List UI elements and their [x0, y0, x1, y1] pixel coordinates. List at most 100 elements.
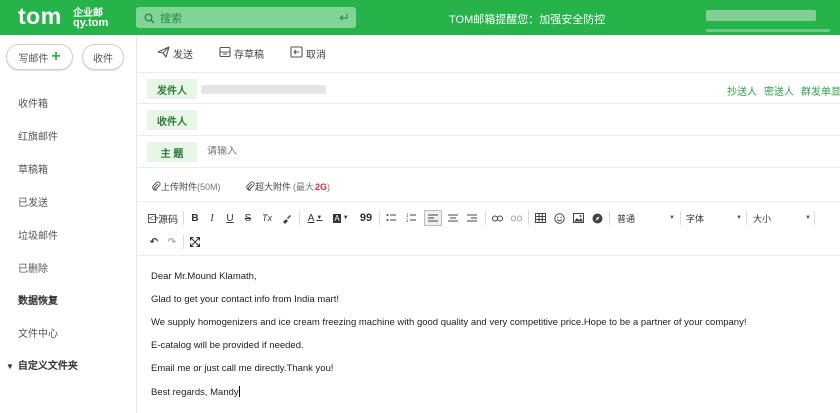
save-draft-label: 存草稿 — [234, 50, 264, 61]
background-color-button[interactable]: A ▼ — [330, 210, 352, 226]
subject-label: 主 题 — [147, 142, 197, 162]
from-address-redacted[interactable] — [201, 85, 326, 94]
body-line: E-catalog will be provided if needed. — [151, 340, 304, 351]
align-left-icon[interactable] — [424, 210, 442, 226]
compass-icon[interactable] — [589, 210, 605, 226]
bcc-link[interactable]: 密送人 — [764, 87, 794, 98]
sidebar: 写邮件 + 收件 收件箱 红旗邮件 草稿箱 已发送 垃圾邮件 已删除 数据恢复 … — [0, 35, 136, 413]
cc-link[interactable]: 抄送人 — [727, 87, 757, 98]
sidebar-item-deleted[interactable]: 已删除 — [18, 260, 48, 275]
cancel-button[interactable]: 取消 — [290, 46, 326, 61]
sidebar-item-inbox[interactable]: 收件箱 — [18, 95, 48, 110]
align-right-icon[interactable] — [464, 210, 480, 226]
bold-button[interactable]: B — [188, 210, 202, 226]
toolbar-separator — [299, 211, 300, 225]
image-icon[interactable] — [570, 210, 586, 226]
redo-icon[interactable]: ↷ — [165, 234, 179, 250]
table-icon[interactable] — [532, 210, 548, 226]
large-limit-prefix: (最大 — [293, 182, 315, 192]
bullet-list-icon[interactable] — [383, 210, 399, 226]
large-limit-suffix: ) — [327, 181, 331, 192]
sidebar-item-spam[interactable]: 垃圾邮件 — [18, 227, 58, 242]
font-color-caret-icon: ▼ — [316, 215, 323, 221]
sidebar-item-file-center[interactable]: 文件中心 — [18, 325, 58, 340]
body-line-last: Best regards, Mandy — [151, 386, 240, 398]
undo-icon[interactable]: ↶ — [147, 234, 161, 250]
underline-button[interactable]: U — [223, 210, 237, 226]
attachment-row: 上传附件 (50M) 超大附件 (最大 2G ) — [137, 168, 840, 202]
receive-button[interactable]: 收件 — [82, 44, 124, 70]
paragraph-format-value: 普通 — [617, 214, 636, 224]
font-color-button[interactable]: A ▼ — [304, 210, 326, 226]
unlink-icon[interactable] — [508, 210, 524, 226]
paragraph-format-select[interactable]: 普通 ▼ — [617, 212, 677, 225]
sidebar-item-flagged[interactable]: 红旗邮件 — [18, 128, 58, 143]
security-notice[interactable]: TOM邮箱提醒您：加强安全防控 — [449, 11, 605, 27]
link-icon[interactable] — [489, 210, 505, 226]
align-center-icon[interactable] — [445, 210, 461, 226]
clear-format-button[interactable]: Tx — [259, 210, 275, 226]
toolbar-separator — [485, 211, 486, 225]
svg-text:2: 2 — [406, 218, 409, 223]
text-cursor — [238, 386, 240, 397]
paperclip-icon — [151, 181, 161, 193]
custom-folders-label: 自定义文件夹 — [17, 361, 78, 372]
logo-domain-text: qy.tom — [73, 17, 109, 29]
toolbar-separator — [680, 211, 681, 225]
sidebar-item-drafts[interactable]: 草稿箱 — [18, 161, 48, 176]
large-attachment-button[interactable]: 超大附件 (最大 2G ) — [245, 180, 330, 193]
body-line: Email me or just call me directly.Thank … — [151, 363, 334, 374]
enter-icon[interactable]: ↵ — [339, 10, 350, 26]
body-line: Best regards, Mandy — [151, 387, 239, 398]
tom-logo[interactable]: tom 企业邮 qy.tom — [18, 3, 118, 33]
toolbar-separator — [528, 211, 529, 225]
toolbar-separator — [379, 211, 380, 225]
large-limit-value: 2G — [315, 181, 328, 192]
search-box[interactable]: 搜索 ↵ — [136, 7, 356, 28]
source-code-label: 源码 — [158, 214, 178, 226]
compose-toolbar: 发送 存草稿 取消 — [137, 35, 840, 71]
subject-input[interactable] — [207, 146, 807, 157]
fullscreen-icon[interactable] — [188, 234, 202, 250]
sidebar-item-sent[interactable]: 已发送 — [18, 194, 48, 209]
upload-attachment-button[interactable]: 上传附件 (50M) — [151, 180, 221, 193]
to-label[interactable]: 收件人 — [147, 110, 197, 130]
to-row[interactable]: 收件人 — [137, 104, 840, 136]
send-icon — [157, 46, 173, 61]
numbered-list-icon[interactable]: 12 — [403, 210, 419, 226]
save-draft-button[interactable]: 存草稿 — [219, 46, 264, 61]
background-color-label: A — [333, 213, 341, 223]
message-body-editor[interactable]: Dear Mr.Mound Klamath, Glad to get your … — [137, 257, 840, 413]
compose-button[interactable]: 写邮件 + — [6, 44, 73, 70]
search-icon — [144, 11, 155, 29]
separate-send-link[interactable]: 群发单显 — [801, 87, 840, 98]
upload-limit: (50M) — [197, 181, 221, 192]
strikethrough-button[interactable]: S — [241, 210, 255, 226]
font-size-select[interactable]: 大小 ▼ — [753, 212, 813, 225]
sidebar-item-data-recovery[interactable]: 数据恢复 — [18, 292, 58, 307]
body-line: We supply homogenizers and ice cream fre… — [151, 317, 747, 328]
send-button[interactable]: 发送 — [157, 46, 193, 61]
font-family-value: 字体 — [686, 214, 705, 224]
font-color-label: A — [307, 212, 315, 224]
toolbar-separator — [746, 211, 747, 225]
paperclip-large-icon — [245, 181, 255, 193]
quote-button[interactable]: 99 — [358, 210, 374, 226]
account-info-redacted[interactable] — [706, 10, 816, 21]
source-code-icon: <> — [148, 213, 159, 223]
sidebar-item-custom-folders[interactable]: ▼ 自定义文件夹 — [6, 357, 78, 372]
bg-color-caret-icon: ▼ — [342, 215, 349, 221]
compose-label: 写邮件 — [18, 53, 49, 65]
account-underline — [706, 29, 830, 32]
cc-links: 抄送人 密送人 群发单显 — [720, 83, 840, 98]
top-header: tom 企业邮 qy.tom 搜索 ↵ TOM邮箱提醒您：加强安全防控 — [0, 0, 840, 35]
emoji-icon[interactable] — [551, 210, 567, 226]
italic-button[interactable]: I — [205, 210, 219, 226]
font-family-select[interactable]: 字体 ▼ — [686, 212, 744, 225]
compose-panel: 发送 存草稿 取消 发件人 抄送人密送人群发单显 收件人 主 题 上传附件 (5… — [136, 35, 840, 413]
source-code-button[interactable]: <> 源码 — [147, 210, 179, 226]
toolbar-separator — [183, 211, 184, 225]
format-painter-icon[interactable] — [279, 210, 293, 226]
toolbar-separator — [814, 211, 815, 225]
send-label: 发送 — [173, 50, 193, 61]
